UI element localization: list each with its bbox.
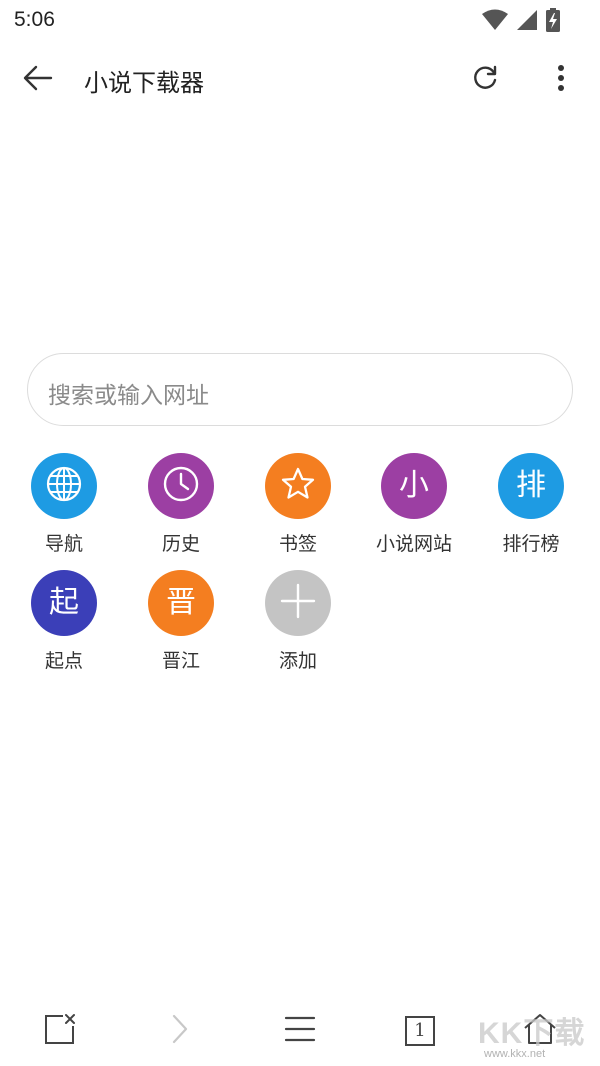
shortcut-circle: 起 <box>31 570 97 636</box>
app-bar: 小说下载器 <box>0 50 600 110</box>
forward-icon <box>170 1013 190 1049</box>
page-title: 小说下载器 <box>84 69 204 97</box>
status-time: 5:06 <box>14 8 55 31</box>
shortcut-label: 小说网站 <box>375 533 452 555</box>
wifi-icon <box>482 9 508 31</box>
star-icon <box>279 465 317 507</box>
shortcut-circle <box>31 453 97 519</box>
shortcut-label: 晋江 <box>161 650 200 672</box>
tab-count: 1 <box>414 1020 426 1041</box>
watermark-text: KK下载 <box>478 1017 586 1050</box>
shortcut-label: 书签 <box>278 533 317 555</box>
shortcut-navigation[interactable]: 导航 <box>9 453 119 563</box>
shortcut-qidian[interactable]: 起 起点 <box>9 570 119 680</box>
shortcut-glyph: 晋 <box>166 585 196 620</box>
shortcut-rankings[interactable]: 排 排行榜 <box>476 453 586 563</box>
globe-icon <box>45 465 83 507</box>
shortcut-circle: 晋 <box>148 570 214 636</box>
cell-signal-icon <box>516 9 538 31</box>
search-input[interactable]: 搜索或输入网址 <box>27 353 573 426</box>
shortcut-label: 排行榜 <box>502 533 560 555</box>
plus-icon <box>278 581 318 625</box>
shortcut-circle <box>148 453 214 519</box>
more-options-button[interactable] <box>546 61 576 99</box>
shortcut-label: 起点 <box>44 650 83 672</box>
menu-button[interactable] <box>275 1006 325 1056</box>
more-vertical-icon <box>557 64 565 96</box>
shortcut-add[interactable]: 添加 <box>243 570 353 680</box>
clock-icon <box>162 465 200 507</box>
tabs-button[interactable]: 1 <box>395 1006 445 1056</box>
forward-button[interactable] <box>155 1006 205 1056</box>
shortcut-novel-sites[interactable]: 小 小说网站 <box>359 453 469 563</box>
status-icons <box>482 8 560 32</box>
status-bar: 5:06 <box>0 0 600 40</box>
refresh-icon <box>471 64 499 96</box>
shortcut-circle <box>265 570 331 636</box>
close-tab-button[interactable] <box>35 1006 85 1056</box>
watermark-logo: KK下载 www.kkx.net <box>478 1008 598 1066</box>
shortcut-label: 历史 <box>161 533 200 555</box>
shortcut-jinjiang[interactable]: 晋 晋江 <box>126 570 236 680</box>
refresh-button[interactable] <box>466 61 504 99</box>
arrow-left-icon <box>23 65 53 95</box>
shortcut-circle: 小 <box>381 453 447 519</box>
search-placeholder: 搜索或输入网址 <box>48 383 209 409</box>
shortcut-label: 导航 <box>44 533 83 555</box>
shortcut-label: 添加 <box>278 650 317 672</box>
menu-icon <box>284 1015 316 1047</box>
shortcut-glyph: 起 <box>49 585 79 620</box>
watermark-url: www.kkx.net <box>484 1048 546 1060</box>
battery-charging-icon <box>546 8 560 32</box>
shortcut-circle <box>265 453 331 519</box>
shortcut-history[interactable]: 历史 <box>126 453 236 563</box>
shortcut-glyph: 小 <box>399 468 429 503</box>
shortcut-glyph: 排 <box>516 468 546 503</box>
shortcut-circle: 排 <box>498 453 564 519</box>
close-tab-icon <box>43 1012 77 1050</box>
tabs-count-icon: 1 <box>404 1015 436 1047</box>
back-button[interactable] <box>20 62 56 98</box>
shortcut-bookmarks[interactable]: 书签 <box>243 453 353 563</box>
